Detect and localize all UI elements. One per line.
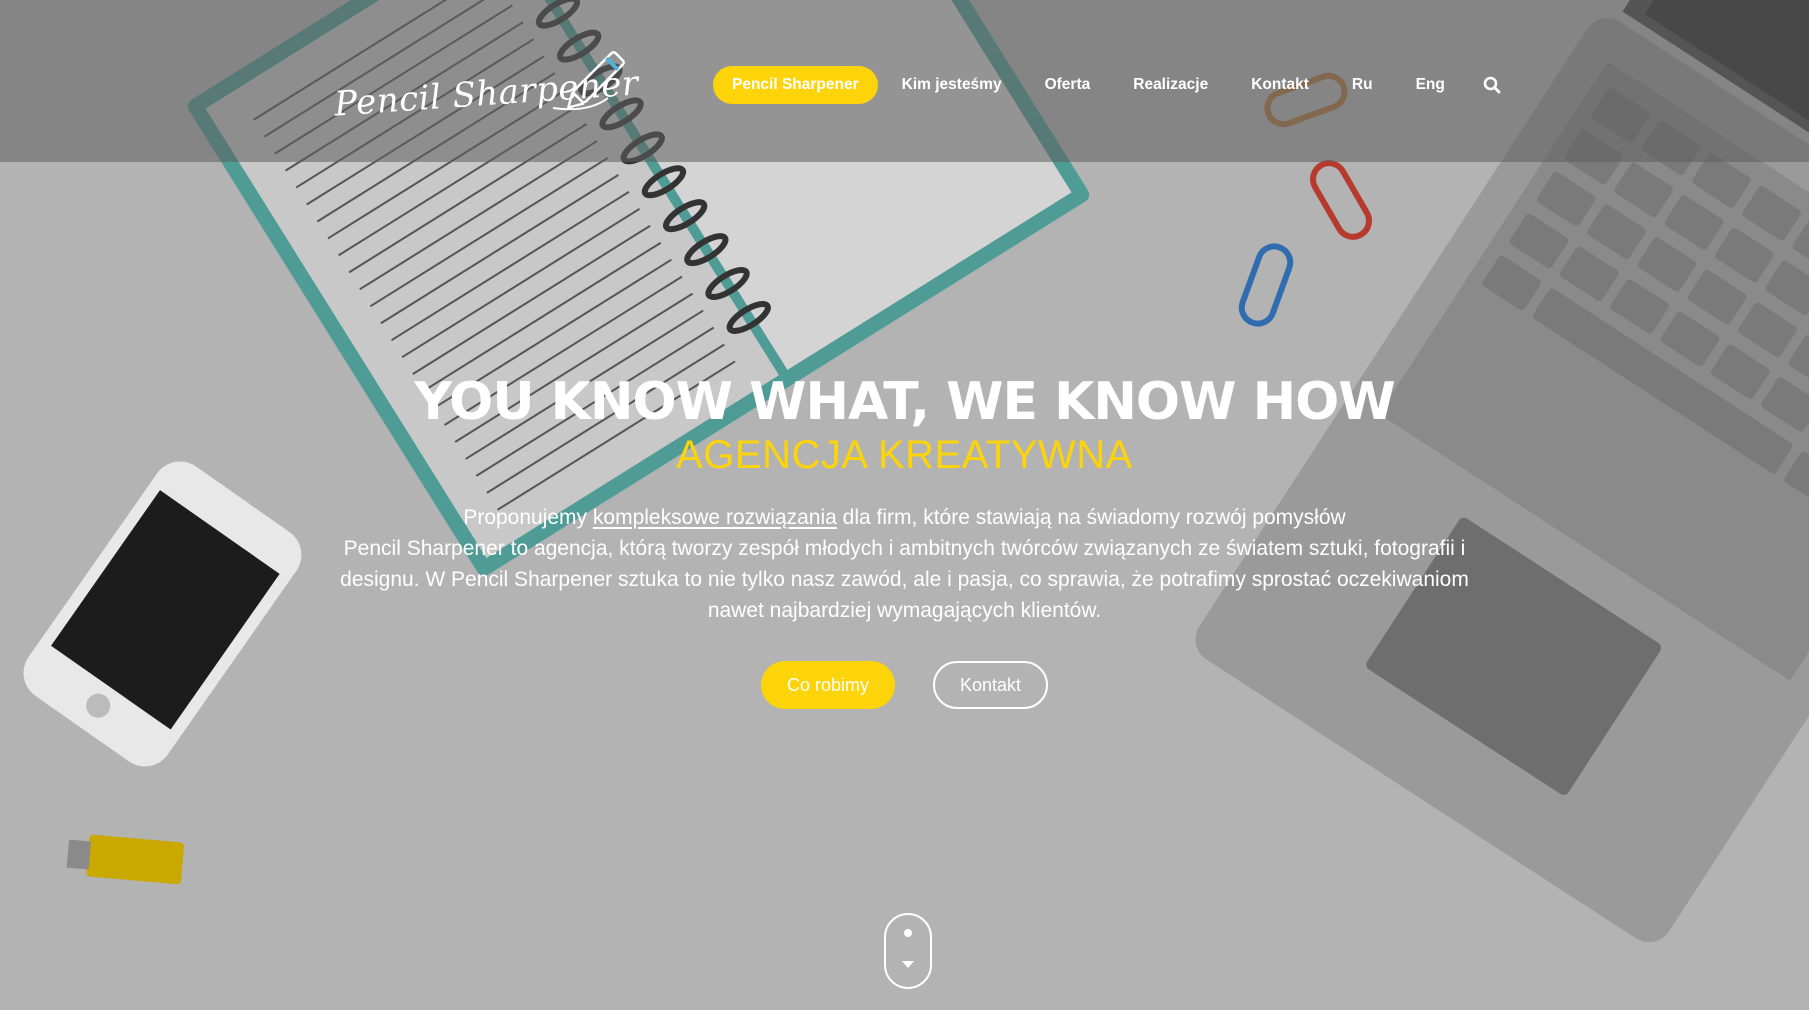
nav-item-kim-jestesmy[interactable]: Kim jesteśmy [883, 66, 1021, 104]
site-logo[interactable]: Pencil Sharpener [328, 30, 648, 140]
hero-section: YOU KNOW WHAT, WE KNOW HOW AGENCJA KREAT… [0, 370, 1809, 626]
site-header: Pencil Sharpener Pencil Sharpener Kim je… [0, 0, 1809, 162]
kontakt-button[interactable]: Kontakt [932, 661, 1049, 709]
hero-lead-after: dla firm, które stawiają na świadomy roz… [836, 506, 1346, 529]
hero-lead-before: Proponujemy [463, 506, 593, 529]
nav-item-oferta[interactable]: Oferta [1026, 66, 1110, 104]
nav-item-pencil-sharpener[interactable]: Pencil Sharpener [713, 66, 878, 104]
nav-item-lang-ru[interactable]: Ru [1333, 66, 1392, 104]
hero-buttons: Co robimy Kontakt [0, 661, 1809, 709]
search-button[interactable] [1473, 66, 1511, 104]
co-robimy-button[interactable]: Co robimy [760, 661, 895, 709]
search-icon [1483, 76, 1501, 94]
nav-item-lang-eng[interactable]: Eng [1397, 66, 1464, 104]
main-nav: Pencil Sharpener Kim jesteśmy Oferta Rea… [713, 65, 1511, 105]
hero-lead-link[interactable]: kompleksowe rozwiązania [593, 506, 837, 529]
chevron-down-icon [902, 961, 914, 968]
hero-subtitle: AGENCJA KREATYWNA [676, 433, 1133, 477]
mouse-scroll-icon[interactable] [884, 913, 932, 989]
hero-description: Pencil Sharpener to agencja, którą tworz… [340, 537, 1469, 622]
scroll-dot [904, 929, 912, 937]
pencil-icon [552, 51, 625, 111]
hero-lead: Proponujemy kompleksowe rozwiązania dla … [335, 502, 1475, 533]
nav-item-realizacje[interactable]: Realizacje [1114, 66, 1227, 104]
hero-title: YOU KNOW WHAT, WE KNOW HOW [414, 372, 1395, 432]
nav-item-kontakt[interactable]: Kontakt [1232, 66, 1328, 104]
